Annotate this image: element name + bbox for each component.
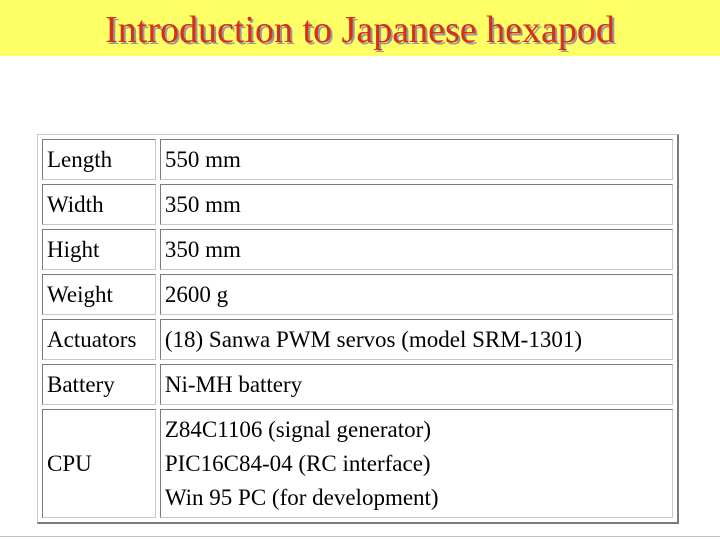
spec-label: Weight bbox=[42, 274, 156, 315]
spec-label: Battery bbox=[42, 364, 156, 405]
spec-table: Length 550 mm Width 350 mm Hight 350 mm bbox=[38, 135, 677, 522]
spec-value: 2600 g bbox=[159, 274, 673, 315]
spec-label: Length bbox=[42, 139, 156, 180]
spec-value-line: 2600 g bbox=[164, 281, 229, 307]
title-bar: Introduction to Japanese hexapod bbox=[0, 0, 720, 56]
spec-value-line: PIC16C84-04 (RC interface) bbox=[164, 450, 431, 476]
spec-value-line: Win 95 PC (for development) bbox=[164, 484, 439, 510]
table-row: Battery Ni-MH battery bbox=[42, 364, 673, 405]
spec-table-frame: Length 550 mm Width 350 mm Hight 350 mm bbox=[37, 134, 679, 524]
spec-value-line: Ni-MH battery bbox=[164, 371, 303, 397]
spec-value-line: 350 mm bbox=[164, 191, 241, 217]
table-row: CPU Z84C1106 (signal generator) PIC16C84… bbox=[42, 409, 673, 518]
spec-value-line: (18) Sanwa PWM servos (model SRM-1301) bbox=[164, 326, 582, 352]
spec-label: Hight bbox=[42, 229, 156, 270]
spec-value-line: Z84C1106 (signal generator) bbox=[164, 416, 431, 442]
spec-value: Ni-MH battery bbox=[159, 364, 673, 405]
spec-value: 350 mm bbox=[159, 229, 673, 270]
spec-label: Width bbox=[42, 184, 156, 225]
spec-label: Actuators bbox=[42, 319, 156, 360]
spec-value-line: 350 mm bbox=[164, 236, 241, 262]
table-row: Hight 350 mm bbox=[42, 229, 673, 270]
spec-label: CPU bbox=[42, 409, 156, 518]
spec-value: 550 mm bbox=[159, 139, 673, 180]
table-row: Weight 2600 g bbox=[42, 274, 673, 315]
slide: Introduction to Japanese hexapod Length … bbox=[0, 0, 720, 540]
table-row: Length 550 mm bbox=[42, 139, 673, 180]
table-row: Width 350 mm bbox=[42, 184, 673, 225]
table-row: Actuators (18) Sanwa PWM servos (model S… bbox=[42, 319, 673, 360]
slide-title: Introduction to Japanese hexapod bbox=[105, 9, 615, 51]
spec-value: Z84C1106 (signal generator) PIC16C84-04 … bbox=[159, 409, 673, 518]
spec-value: (18) Sanwa PWM servos (model SRM-1301) bbox=[159, 319, 673, 360]
spec-value: 350 mm bbox=[159, 184, 673, 225]
spec-value-line: 550 mm bbox=[164, 146, 241, 172]
divider bbox=[0, 536, 720, 537]
